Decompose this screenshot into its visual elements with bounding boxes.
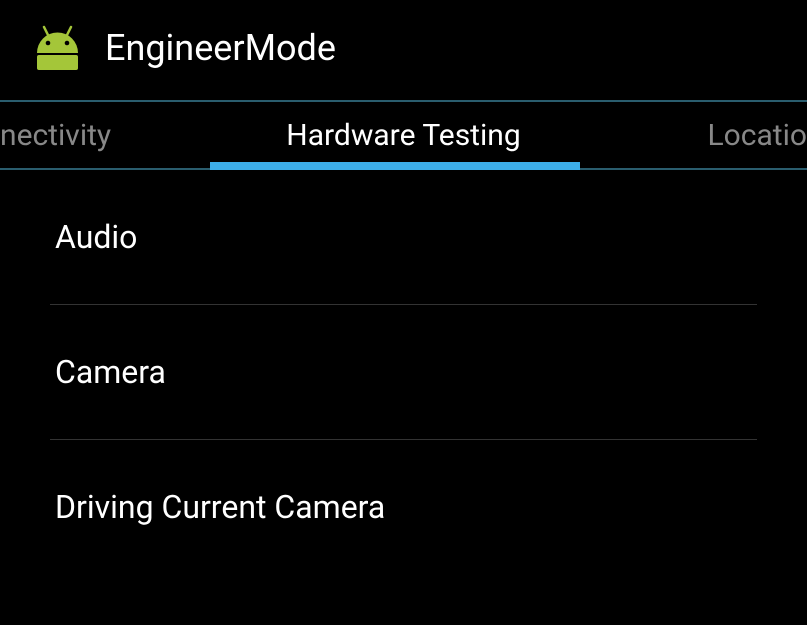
- list-item[interactable]: Driving Current Camera: [50, 440, 757, 574]
- tab-location[interactable]: Locatio: [667, 102, 807, 168]
- tab-label: Hardware Testing: [286, 118, 520, 153]
- list-item-label: Driving Current Camera: [55, 488, 385, 526]
- active-tab-indicator: [210, 162, 580, 170]
- tab-connectivity[interactable]: nectivity: [0, 102, 140, 168]
- list-item-label: Audio: [55, 218, 137, 256]
- tab-bar: nectivity Hardware Testing Locatio: [0, 100, 807, 170]
- list-item[interactable]: Camera: [50, 305, 757, 440]
- tab-hardware-testing[interactable]: Hardware Testing: [140, 102, 667, 168]
- hardware-testing-list: Audio Camera Driving Current Camera: [0, 170, 807, 574]
- list-item[interactable]: Audio: [50, 170, 757, 305]
- android-icon: [30, 20, 85, 75]
- tab-label: Locatio: [707, 118, 807, 153]
- app-header: EngineerMode: [0, 0, 807, 100]
- tab-label: nectivity: [0, 118, 111, 153]
- list-item-label: Camera: [55, 353, 166, 391]
- app-title: EngineerMode: [105, 27, 336, 69]
